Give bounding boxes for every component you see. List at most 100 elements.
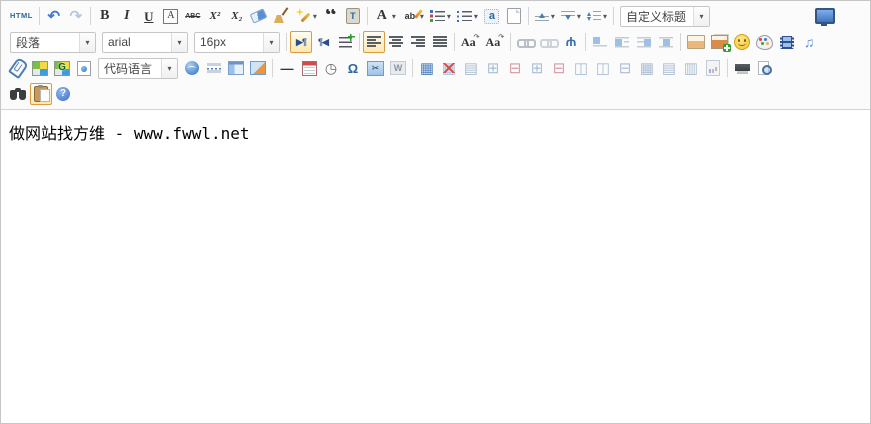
insert-code-button[interactable]: [181, 57, 203, 79]
screen-snapshot-button[interactable]: ✂: [364, 57, 387, 79]
preview-icon: [757, 61, 772, 76]
eraser-button[interactable]: [248, 5, 270, 27]
insert-date-button[interactable]: [298, 57, 320, 79]
align-justify-button[interactable]: [429, 31, 451, 53]
underline-icon: U: [141, 7, 157, 25]
page-break-button[interactable]: [203, 57, 225, 79]
highlight-color-button[interactable]: ab▾: [399, 5, 427, 27]
split-columns-button: ▥: [680, 57, 702, 79]
insert-date-icon: [302, 61, 317, 76]
line-height-button[interactable]: ▾: [584, 5, 610, 27]
strikethrough-button[interactable]: ABC: [182, 5, 204, 27]
undo-button[interactable]: ↶: [43, 5, 65, 27]
subscript-button[interactable]: X₂: [226, 5, 248, 27]
dropdown-caret-icon: ▾: [551, 12, 555, 21]
paragraph-format-select[interactable]: 段落▾: [10, 32, 96, 53]
special-characters-button[interactable]: Ω: [342, 57, 364, 79]
format-brush-button[interactable]: [270, 5, 292, 27]
dropdown-arrow-icon[interactable]: ▾: [161, 59, 177, 78]
scrawl-button[interactable]: [753, 31, 776, 53]
align-left-button[interactable]: [363, 31, 385, 53]
dropdown-arrow-icon[interactable]: ▾: [263, 33, 279, 52]
attachment-button[interactable]: [7, 57, 29, 79]
font-color-button[interactable]: A▾: [371, 5, 399, 27]
image-float-none-button: [589, 31, 611, 53]
font-size-select[interactable]: 16px▾: [194, 32, 280, 53]
first-line-indent-button[interactable]: [334, 31, 356, 53]
google-map-button[interactable]: G: [51, 57, 73, 79]
toolbar-separator: [39, 7, 40, 25]
toolbar-separator: [90, 7, 91, 25]
content-text[interactable]: 做网站找方维 - www.fwwl.net: [1, 110, 870, 154]
delete-table-icon: ▦: [441, 59, 457, 77]
insert-table-button[interactable]: ▦: [416, 57, 438, 79]
rich-text-editor: HTML↶↷BIUAABCX²X₂▾“TA▾ab▾▾▾a▾▾▾自定义标题▾ 段落…: [0, 0, 871, 424]
align-center-button[interactable]: [385, 31, 407, 53]
direction-ltr-button[interactable]: ▶¶: [290, 31, 312, 53]
strikethrough-icon: ABC: [185, 7, 201, 25]
paste-plain-toggle-button[interactable]: [30, 83, 52, 105]
bold-button[interactable]: B: [94, 5, 116, 27]
superscript-button[interactable]: X²: [204, 5, 226, 27]
delete-column-icon: ⊟: [551, 59, 567, 77]
dropdown-arrow-icon[interactable]: ▾: [79, 33, 95, 52]
align-left-icon: [367, 36, 381, 48]
word-image-import-icon: W: [390, 61, 406, 75]
dropdown-arrow-icon[interactable]: ▾: [171, 33, 187, 52]
insert-video-button[interactable]: [776, 31, 798, 53]
to-uppercase-button[interactable]: Aa↷: [458, 31, 483, 53]
ordered-list-button[interactable]: ▾: [427, 5, 454, 27]
first-line-indent-icon: [339, 37, 352, 48]
search-replace-button[interactable]: [7, 83, 30, 105]
insert-column-icon: ⊞: [529, 59, 545, 77]
insert-iframe-button[interactable]: [73, 57, 95, 79]
dropdown-arrow-icon[interactable]: ▾: [693, 7, 709, 26]
multi-image-upload-icon: [711, 35, 728, 49]
horizontal-rule-icon: —: [279, 59, 295, 77]
direction-rtl-button[interactable]: ¶◀: [312, 31, 334, 53]
horizontal-rule-button[interactable]: —: [276, 57, 298, 79]
paragraph-spacing-bottom-button[interactable]: ▾: [558, 5, 584, 27]
editor-content-area[interactable]: 做网站找方维 - www.fwwl.net: [1, 110, 870, 424]
emotion-icon: [734, 34, 750, 50]
underline-button[interactable]: U: [138, 5, 160, 27]
insert-map-button[interactable]: [29, 57, 51, 79]
paragraph-spacing-top-icon: [535, 10, 549, 23]
preview-button[interactable]: [753, 57, 775, 79]
fullscreen-button[interactable]: [812, 5, 838, 27]
to-lowercase-button[interactable]: Aa↷: [483, 31, 508, 53]
insert-image-button[interactable]: [684, 31, 708, 53]
align-right-button[interactable]: [407, 31, 429, 53]
emotion-button[interactable]: [731, 31, 753, 53]
insert-music-button[interactable]: ♫: [798, 31, 820, 53]
align-right-icon: [411, 36, 425, 48]
template-button[interactable]: [225, 57, 247, 79]
background-settings-button[interactable]: [247, 57, 269, 79]
help-button[interactable]: ?: [52, 83, 74, 105]
auto-typeset-button[interactable]: a: [481, 5, 503, 27]
dropdown-caret-icon: ▾: [447, 12, 451, 21]
html-source-button[interactable]: HTML: [7, 5, 36, 27]
clear-document-button[interactable]: [503, 5, 525, 27]
paste-as-text-button[interactable]: T: [342, 5, 364, 27]
code-language-select[interactable]: 代码语言▾: [98, 58, 178, 79]
insert-time-button[interactable]: ◷: [320, 57, 342, 79]
merge-right-icon: ◫: [595, 59, 611, 77]
custom-title-select[interactable]: 自定义标题▾: [620, 6, 710, 27]
unordered-list-button[interactable]: ▾: [454, 5, 481, 27]
paragraph-spacing-top-button[interactable]: ▾: [532, 5, 558, 27]
format-brush-icon: [273, 7, 289, 25]
toolbar-row-2: 段落▾ arial▾ 16px▾ ▶¶¶◀ Aa↷Aa↷ Ψ ♫: [5, 29, 866, 55]
char-border-button[interactable]: A: [160, 5, 182, 27]
remove-link-button: [537, 31, 560, 53]
print-button[interactable]: [731, 57, 753, 79]
blockquote-button[interactable]: “: [320, 5, 342, 27]
page-break-icon: [207, 62, 221, 74]
toolbar-separator: [272, 59, 273, 77]
font-family-select[interactable]: arial▾: [102, 32, 188, 53]
anchor-button[interactable]: Ψ: [560, 31, 582, 53]
auto-format-button[interactable]: ▾: [292, 5, 320, 27]
multi-image-upload-button[interactable]: [708, 31, 731, 53]
italic-button[interactable]: I: [116, 5, 138, 27]
redo-icon: ↷: [68, 7, 84, 25]
